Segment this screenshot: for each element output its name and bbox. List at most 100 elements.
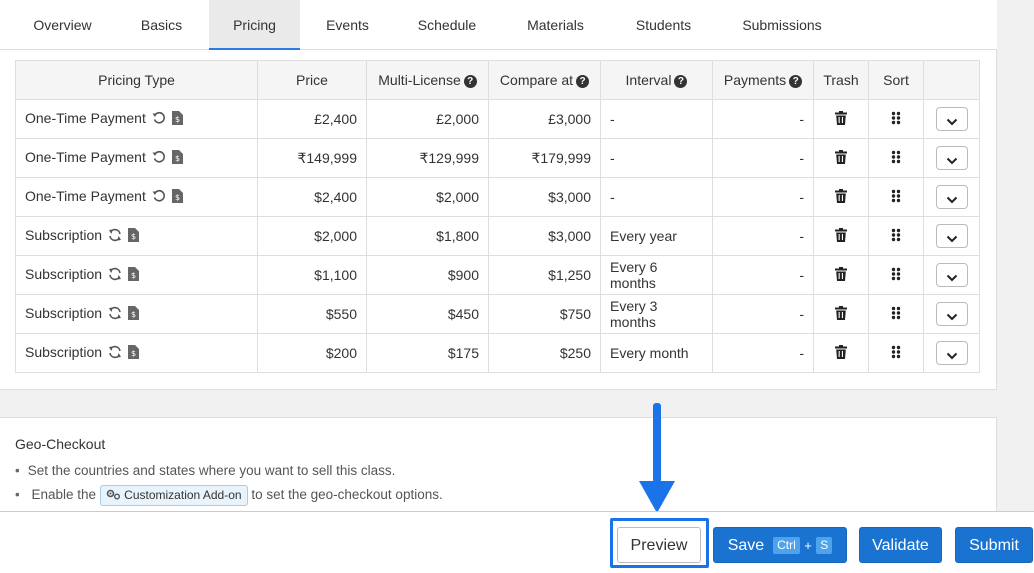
gears-icon <box>106 489 120 500</box>
trash-icon[interactable] <box>835 228 847 245</box>
cell-compare-at: $3,000 <box>488 177 601 217</box>
help-icon[interactable]: ? <box>789 75 803 88</box>
tab-students[interactable]: Students <box>618 0 709 50</box>
trash-icon[interactable] <box>835 345 847 362</box>
row-options-dropdown-button[interactable] <box>935 107 968 131</box>
header-price: Price <box>257 60 367 100</box>
header-sort: Sort <box>868 60 924 100</box>
trash-icon[interactable] <box>835 267 847 284</box>
row-options-dropdown-button[interactable] <box>935 146 968 170</box>
dollar-file-icon: $ <box>171 150 183 167</box>
cell-compare-at: $750 <box>488 294 601 334</box>
kbd-plus: + <box>804 538 812 553</box>
preview-highlight-box <box>610 518 709 568</box>
svg-text:$: $ <box>175 115 180 124</box>
cell-trash <box>813 177 869 217</box>
tab-overview[interactable]: Overview <box>14 0 111 50</box>
pricing-card: Pricing Type Price Multi-License? Compar… <box>0 50 997 390</box>
geo-checkout-title: Geo-Checkout <box>15 436 106 452</box>
geo-bullet-text: Set the countries and states where you w… <box>27 463 396 478</box>
help-icon[interactable]: ? <box>463 75 477 88</box>
cell-trash <box>813 255 869 295</box>
header-pricing-type: Pricing Type <box>15 60 258 100</box>
svg-text:$: $ <box>131 232 136 241</box>
header-compare-at: Compare at? <box>488 60 601 100</box>
tab-basics[interactable]: Basics <box>118 0 205 50</box>
kbd-s: S <box>816 537 833 554</box>
kbd-ctrl: Ctrl <box>773 537 800 554</box>
header-payments-label: Payments <box>723 72 787 88</box>
row-options-dropdown-button[interactable] <box>935 263 968 287</box>
pricing-type-label: One-Time Payment <box>25 110 146 126</box>
cell-payments: - <box>712 255 814 295</box>
tab-materials[interactable]: Materials <box>505 0 606 50</box>
drag-handle-icon[interactable] <box>891 228 901 245</box>
row-options-dropdown-button[interactable] <box>935 224 968 248</box>
trash-icon[interactable] <box>835 306 847 323</box>
help-icon[interactable]: ? <box>674 75 688 88</box>
geo-checkout-list: Set the countries and states where you w… <box>15 462 443 508</box>
cell-actions <box>923 255 980 295</box>
drag-handle-icon[interactable] <box>891 150 901 167</box>
help-icon[interactable]: ? <box>576 75 590 88</box>
cell-compare-at: $1,250 <box>488 255 601 295</box>
dollar-file-icon: $ <box>171 189 183 206</box>
cell-trash <box>813 333 869 373</box>
cell-compare-at: £3,000 <box>488 99 601 139</box>
cell-sort <box>868 138 924 178</box>
cell-pricing-type: Subscription $ <box>15 255 258 295</box>
submit-button[interactable]: Submit <box>955 527 1033 563</box>
tab-events[interactable]: Events <box>305 0 390 50</box>
validate-button[interactable]: Validate <box>859 527 942 563</box>
cell-pricing-type: One-Time Payment $ <box>15 177 258 217</box>
cell-multi-license: ₹129,999 <box>366 138 489 178</box>
cell-trash <box>813 294 869 334</box>
refresh-icon <box>108 228 122 245</box>
cell-compare-at: $250 <box>488 333 601 373</box>
refresh-icon <box>108 306 122 323</box>
drag-handle-icon[interactable] <box>891 189 901 206</box>
cell-actions <box>923 177 980 217</box>
table-row: Subscription $ $200 $175 $250 Every month - <box>15 333 980 373</box>
cell-payments: - <box>712 138 814 178</box>
dollar-file-icon: $ <box>128 228 140 245</box>
chevron-down-icon <box>946 191 958 207</box>
customization-addon-link[interactable]: Customization Add-on <box>99 485 248 506</box>
cell-multi-license: $2,000 <box>366 177 489 217</box>
drag-handle-icon[interactable] <box>891 111 901 128</box>
chevron-down-icon <box>946 308 958 324</box>
chevron-down-icon <box>946 269 958 285</box>
trash-icon[interactable] <box>835 189 847 206</box>
tab-bar: Overview Basics Pricing Events Schedule … <box>0 0 997 50</box>
save-button[interactable]: Save Ctrl + S <box>713 527 847 563</box>
svg-text:$: $ <box>175 193 180 202</box>
svg-text:$: $ <box>131 349 136 358</box>
cell-sort <box>868 99 924 139</box>
cell-sort <box>868 216 924 256</box>
list-item: Set the countries and states where you w… <box>15 462 443 485</box>
table-row: One-Time Payment $ ₹149,999 ₹129,999 ₹179,99… <box>15 138 980 178</box>
drag-handle-icon[interactable] <box>891 306 901 323</box>
svg-text:$: $ <box>131 310 136 319</box>
row-options-dropdown-button[interactable] <box>935 302 968 326</box>
cell-sort <box>868 255 924 295</box>
drag-handle-icon[interactable] <box>891 345 901 362</box>
list-item: Enable the Customization Add-on to set t… <box>15 485 443 508</box>
cell-trash <box>813 99 869 139</box>
cell-trash <box>813 138 869 178</box>
row-options-dropdown-button[interactable] <box>935 185 968 209</box>
cell-interval: Every 6 months <box>600 255 713 295</box>
trash-icon[interactable] <box>835 150 847 167</box>
tab-schedule[interactable]: Schedule <box>400 0 494 50</box>
cell-sort <box>868 333 924 373</box>
tab-pricing[interactable]: Pricing <box>209 0 300 50</box>
row-options-dropdown-button[interactable] <box>935 341 968 365</box>
trash-icon[interactable] <box>835 111 847 128</box>
cell-pricing-type: One-Time Payment $ <box>15 99 258 139</box>
cell-interval: - <box>600 99 713 139</box>
table-row: One-Time Payment $ $2,400 $2,000 $3,000- - <box>15 177 980 217</box>
table-row: Subscription $ $1,100 $900 $1,250 Every 6 mon… <box>15 255 980 295</box>
tab-submissions[interactable]: Submissions <box>722 0 842 50</box>
drag-handle-icon[interactable] <box>891 267 901 284</box>
pricing-table: Pricing Type Price Multi-License? Compar… <box>15 60 980 373</box>
